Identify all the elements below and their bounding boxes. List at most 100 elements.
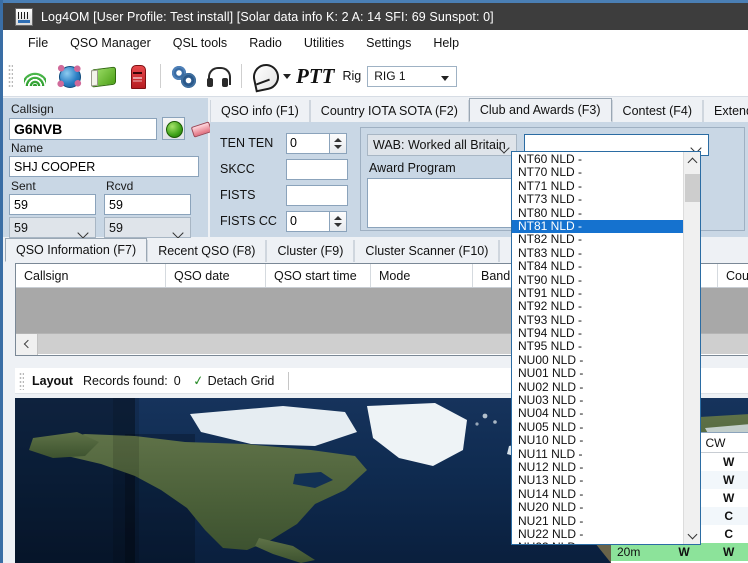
dropdown-item[interactable]: NT70 NLD - xyxy=(512,165,683,179)
toolbar-grip[interactable] xyxy=(8,64,13,88)
tab-country-iota-sota[interactable]: Country IOTA SOTA (F2) xyxy=(309,100,469,122)
dropdown-item[interactable]: NU10 NLD - xyxy=(512,433,683,447)
headset-icon[interactable] xyxy=(203,61,233,91)
dropdown-item[interactable]: NU13 NLD - xyxy=(512,473,683,487)
dropdown-item[interactable]: NU02 NLD - xyxy=(512,380,683,394)
lookup-globe-button[interactable] xyxy=(162,117,185,140)
rcvd-rst-select[interactable]: 59 xyxy=(104,217,191,239)
dropdown-item[interactable]: NT90 NLD - xyxy=(512,273,683,287)
sent-rst-input[interactable] xyxy=(9,194,96,215)
menu-item-file[interactable]: File xyxy=(17,33,59,53)
menu-bar: File QSO Manager QSL tools Radio Utiliti… xyxy=(3,30,748,56)
column-header-mode[interactable]: Mode xyxy=(371,264,473,287)
column-header-qso-date[interactable]: QSO date xyxy=(166,264,266,287)
dropdown-item[interactable]: NT93 NLD - xyxy=(512,313,683,327)
dropdown-item[interactable]: NT91 NLD - xyxy=(512,286,683,300)
dish-dropdown-caret-icon[interactable] xyxy=(282,61,292,91)
dropdown-item[interactable]: NU04 NLD - xyxy=(512,407,683,421)
dropdown-item[interactable]: NT73 NLD - xyxy=(512,192,683,206)
dropdown-item[interactable]: NU05 NLD - xyxy=(512,420,683,434)
dropdown-item[interactable]: NU00 NLD - xyxy=(512,353,683,367)
menu-item-settings[interactable]: Settings xyxy=(355,33,422,53)
sent-rst-select[interactable]: 59 xyxy=(9,217,96,239)
dropdown-item[interactable]: NT95 NLD - xyxy=(512,340,683,354)
tab-qso-information[interactable]: QSO Information (F7) xyxy=(5,238,148,262)
skcc-input[interactable] xyxy=(286,158,348,180)
dropdown-item[interactable]: NT84 NLD - xyxy=(512,259,683,273)
signal-icon[interactable] xyxy=(20,61,50,91)
detach-grid-button[interactable]: Detach Grid xyxy=(208,374,275,388)
gears-icon[interactable] xyxy=(169,61,199,91)
wab-area-dropdown-popup[interactable]: NT60 NLD - NT70 NLD - NT71 NLD - NT73 NLD -… xyxy=(511,151,701,545)
dropdown-item[interactable]: NU22 NLD - xyxy=(512,527,683,541)
logbook-icon[interactable] xyxy=(88,61,118,91)
layout-button[interactable]: Layout xyxy=(32,374,73,388)
records-found-label: Records found: xyxy=(82,373,168,388)
globe-icon[interactable] xyxy=(54,61,84,91)
chevron-left-icon xyxy=(23,339,32,349)
layout-bar-grip[interactable] xyxy=(19,371,24,390)
column-header-count[interactable]: Count xyxy=(718,264,748,287)
award-type-select[interactable]: WAB: Worked all Britain xyxy=(367,134,517,156)
dropdown-item[interactable]: NT82 NLD - xyxy=(512,232,683,246)
dropdown-item[interactable]: NU21 NLD - xyxy=(512,514,683,528)
wab-area-dropdown-list[interactable]: NT60 NLD - NT70 NLD - NT71 NLD - NT73 NLD -… xyxy=(512,152,683,544)
postbox-icon[interactable] xyxy=(122,61,152,91)
callsign-input[interactable] xyxy=(9,117,157,140)
dropdown-item[interactable]: NT83 NLD - xyxy=(512,246,683,260)
log4om-window: Log4OM [User Profile: Test install] [Sol… xyxy=(0,0,748,563)
check-icon: ✓ xyxy=(191,371,205,389)
dropdown-item[interactable]: NU03 NLD - xyxy=(512,393,683,407)
column-header-callsign[interactable]: Callsign xyxy=(16,264,166,287)
dropdown-item[interactable]: NU01 NLD - xyxy=(512,366,683,380)
scrollbar-thumb[interactable] xyxy=(685,174,700,202)
dropdown-item[interactable]: NU12 NLD - xyxy=(512,460,683,474)
rig-label: Rig xyxy=(342,69,362,83)
table-row[interactable]: 20m W W xyxy=(611,543,748,561)
tab-extended-info-qsl[interactable]: Extended info & QSL ( xyxy=(703,100,748,122)
tab-recent-qso[interactable]: Recent QSO (F8) xyxy=(147,240,267,262)
menu-item-qso-manager[interactable]: QSO Manager xyxy=(59,33,162,53)
scroll-down-button[interactable] xyxy=(684,527,701,544)
award-program-listbox[interactable] xyxy=(367,178,517,228)
tab-qso-info[interactable]: QSO info (F1) xyxy=(210,100,310,122)
menu-item-utilities[interactable]: Utilities xyxy=(293,33,355,53)
dropdown-item[interactable]: NT92 NLD - xyxy=(512,299,683,313)
tab-club-and-awards[interactable]: Club and Awards (F3) xyxy=(468,98,612,122)
dropdown-item[interactable]: NT94 NLD - xyxy=(512,326,683,340)
skcc-label: SKCC xyxy=(220,162,255,176)
dropdown-item[interactable]: NT81 NLD - xyxy=(512,219,683,234)
tab-cluster-scanner[interactable]: Cluster Scanner (F10) xyxy=(354,240,500,262)
chevron-down-icon xyxy=(441,75,450,81)
rcvd-rst-input[interactable] xyxy=(104,194,191,215)
dropdown-item[interactable]: NU23 NLD - xyxy=(512,540,683,544)
name-input[interactable] xyxy=(9,156,199,177)
dropdown-item[interactable]: NT60 NLD - xyxy=(512,152,683,166)
ptt-button[interactable]: PTT xyxy=(296,64,334,89)
ten-ten-spinner[interactable] xyxy=(330,132,347,154)
dropdown-item[interactable]: NT80 NLD - xyxy=(512,206,683,220)
log4om-app-icon xyxy=(15,7,33,26)
menu-item-help[interactable]: Help xyxy=(422,33,470,53)
fists-input[interactable] xyxy=(286,184,348,206)
dropdown-item[interactable]: NU11 NLD - xyxy=(512,447,683,461)
fists-cc-input[interactable] xyxy=(286,210,330,232)
menu-item-qsl-tools[interactable]: QSL tools xyxy=(162,33,238,53)
scroll-left-button[interactable] xyxy=(16,333,38,355)
tab-cluster[interactable]: Cluster (F9) xyxy=(266,240,355,262)
dropdown-item[interactable]: NT71 NLD - xyxy=(512,179,683,193)
column-header-qso-start-time[interactable]: QSO start time xyxy=(266,264,371,287)
scroll-up-button[interactable] xyxy=(684,152,701,169)
eraser-icon[interactable] xyxy=(191,118,211,140)
cw-cell: W xyxy=(723,545,735,559)
tab-contest[interactable]: Contest (F4) xyxy=(611,100,704,122)
dropdown-item[interactable]: NU20 NLD - xyxy=(512,500,683,514)
dropdown-vertical-scrollbar[interactable] xyxy=(683,152,700,544)
window-title: Log4OM [User Profile: Test install] [Sol… xyxy=(41,9,494,24)
fists-cc-spinner[interactable] xyxy=(330,210,347,232)
ten-ten-input[interactable] xyxy=(286,132,330,154)
rig-select[interactable]: RIG 1 xyxy=(367,65,458,87)
menu-item-radio[interactable]: Radio xyxy=(238,33,293,53)
dropdown-item[interactable]: NU14 NLD - xyxy=(512,487,683,501)
satellite-dish-icon[interactable] xyxy=(250,61,280,91)
